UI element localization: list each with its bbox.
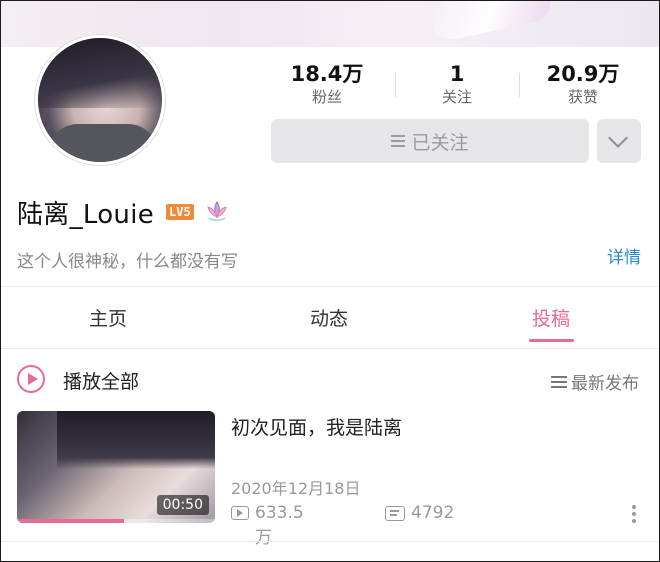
profile-stats: 18.4万 粉丝 1 关注 20.9万 获赞 <box>263 61 649 111</box>
stat-fans-value: 18.4万 <box>290 62 364 86</box>
avatar[interactable] <box>35 35 165 165</box>
following-button[interactable]: 已关注 <box>271 119 589 163</box>
following-button-label: 已关注 <box>411 131 469 154</box>
lotus-icon[interactable] <box>204 199 230 225</box>
sort-menu-icon <box>551 373 567 391</box>
play-circle-icon[interactable] <box>17 365 45 393</box>
tab-uploads[interactable]: 投稿 <box>491 304 611 331</box>
profile-screen: 18.4万 粉丝 1 关注 20.9万 获赞 已关注 陆离_Louie LV5 … <box>0 0 660 562</box>
more-vertical-icon[interactable] <box>631 503 637 525</box>
playlist-header: 播放全部 最新发布 <box>17 365 647 397</box>
menu-icon <box>391 132 406 150</box>
follow-options-button[interactable] <box>597 119 641 163</box>
tab-home[interactable]: 主页 <box>48 304 168 331</box>
username: 陆离_Louie <box>17 199 155 230</box>
video-thumbnail[interactable]: 00:50 <box>17 411 215 523</box>
divider <box>1 286 659 287</box>
divider <box>1 348 659 349</box>
sort-label: 最新发布 <box>571 374 639 394</box>
watch-progress-bar <box>17 519 124 523</box>
play-all-button[interactable]: 播放全部 <box>63 367 139 394</box>
banner-decoration <box>428 1 554 44</box>
sort-button[interactable]: 最新发布 <box>551 369 639 394</box>
divider <box>1 541 659 542</box>
stat-fans-label: 粉丝 <box>311 88 342 106</box>
danmaku-icon <box>385 506 405 521</box>
tab-activity[interactable]: 动态 <box>269 304 389 331</box>
stat-following-value: 1 <box>449 62 465 86</box>
stat-likes-label: 获赞 <box>567 88 598 106</box>
details-link[interactable]: 详情 <box>607 243 641 268</box>
stat-fans[interactable]: 18.4万 粉丝 <box>263 61 391 107</box>
stat-likes[interactable]: 20.9万 获赞 <box>519 61 647 107</box>
name-row: 陆离_Louie LV5 <box>17 195 230 230</box>
video-title[interactable]: 初次见面，我是陆离 <box>231 413 402 440</box>
active-tab-indicator <box>529 339 574 342</box>
video-date: 2020年12月18日 <box>231 479 361 498</box>
stat-following-label: 关注 <box>441 88 472 106</box>
level-badge[interactable]: LV5 <box>166 204 194 220</box>
stat-following[interactable]: 1 关注 <box>393 61 521 107</box>
profile-bio: 这个人很神秘，什么都没有写 <box>17 252 238 272</box>
video-duration: 00:50 <box>156 495 209 515</box>
chevron-down-icon <box>608 128 628 148</box>
views-icon <box>231 506 249 520</box>
stat-likes-value: 20.9万 <box>546 62 620 86</box>
video-danmaku-count: 4792 <box>411 503 455 523</box>
